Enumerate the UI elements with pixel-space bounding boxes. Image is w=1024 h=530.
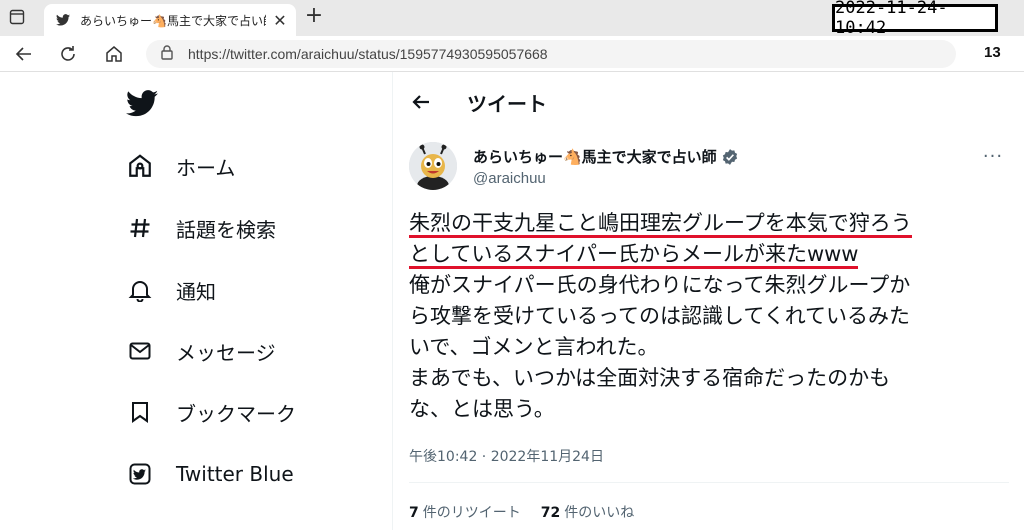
tweet-line: 俺がスナイパー氏の身代わりになって朱烈グループか (409, 273, 911, 297)
tab-count: 13 (984, 44, 1001, 61)
author-name-text[interactable]: あらいちゅー🐴馬主で大家で占い師 (473, 146, 717, 167)
back-icon[interactable] (12, 42, 36, 66)
browser-address-bar: https://twitter.com/araichuu/status/1595… (0, 36, 1024, 72)
tab-close-icon[interactable]: ✕ (272, 11, 288, 30)
timestamp-overlay: 2022-11-24-10:42 (832, 0, 998, 38)
tweet-line: まあでも、いつかは全面対決する宿命だったのかも (409, 366, 891, 390)
back-arrow-icon[interactable] (409, 90, 433, 114)
author-handle[interactable]: @araichuu (473, 170, 546, 187)
tweet-line: としているスナイパー氏からメールが来たwww (409, 239, 999, 270)
browser-tab[interactable]: あらいちゅー🐴馬主で大家で占い師 ✕ (44, 4, 296, 36)
sidebar-item-label: ブックマーク (176, 401, 296, 426)
twitter-blue-icon (126, 460, 154, 488)
bookmark-icon (126, 398, 154, 426)
tweet-text: 朱烈の干支九星こと嶋田理宏グループを本気で狩ろう としているスナイパー氏からメー… (409, 208, 999, 425)
page-title: ツイート (467, 92, 547, 116)
avatar[interactable] (409, 142, 457, 190)
sidebar-item-label: 話題を検索 (176, 217, 276, 242)
verified-badge-icon (721, 148, 739, 166)
author-name[interactable]: あらいちゅー🐴馬主で大家で占い師 (473, 146, 739, 167)
tab-actions-icon[interactable] (8, 8, 26, 26)
sidebar-item-home[interactable]: ホーム (126, 146, 235, 186)
hashtag-icon (126, 214, 154, 242)
likes-label: 件のいいね (564, 505, 635, 521)
tab-title: あらいちゅー🐴馬主で大家で占い師 (80, 13, 266, 28)
tweet-column: ツイート あらいちゅー🐴馬主で大家で占い師 @araichuu ··· 朱烈の干… (393, 72, 1024, 530)
sidebar-item-label: ホーム (176, 155, 236, 180)
twitter-favicon-icon (56, 12, 72, 28)
sidebar-item-messages[interactable]: メッセージ (126, 331, 276, 371)
tweet-stats: 7 件のリツイート 72 件のいいね (409, 502, 634, 522)
tweet-line-highlight: 朱烈の干支九星こと嶋田理宏グループを本気で狩ろう (409, 211, 912, 238)
more-options-icon[interactable]: ··· (981, 146, 1005, 167)
mail-icon (126, 337, 154, 365)
likes-stat[interactable]: 72 件のいいね (541, 502, 634, 522)
tweet-timestamp[interactable]: 午後10:42 · 2022年11月24日 (409, 446, 604, 466)
retweets-count: 7 (409, 505, 419, 521)
home-icon (126, 152, 154, 180)
likes-count: 72 (540, 505, 561, 521)
tweet-line: 朱烈の干支九星こと嶋田理宏グループを本気で狩ろう (409, 208, 999, 239)
sidebar-item-label: Twitter Blue (176, 462, 294, 486)
retweets-label: 件のリツイート (422, 505, 521, 521)
lock-icon[interactable] (160, 44, 174, 64)
sidebar-item-label: メッセージ (176, 340, 276, 365)
sidebar-item-bookmarks[interactable]: ブックマーク (126, 392, 296, 432)
bell-icon (126, 276, 154, 304)
sidebar-item-explore[interactable]: 話題を検索 (126, 208, 276, 248)
retweets-stat[interactable]: 7 件のリツイート (409, 502, 521, 522)
divider (409, 482, 1009, 483)
tweet-line: な、とは思う。 (409, 397, 555, 421)
tweet-line: ら攻撃を受けているってのは認識してくれているみた (409, 304, 911, 328)
sidebar-item-label: 通知 (176, 279, 216, 304)
browser-tab-bar: あらいちゅー🐴馬主で大家で占い師 ✕ + 2022-11-24-10:42 (0, 0, 1024, 38)
refresh-icon[interactable] (56, 42, 80, 66)
home-browser-icon[interactable] (102, 42, 126, 66)
new-tab-button[interactable]: + (304, 5, 324, 27)
url-text[interactable]: https://twitter.com/araichuu/status/1595… (188, 46, 548, 62)
sidebar-nav: ホーム 話題を検索 通知 メッセージ ブックマーク Twitter Blue (0, 72, 392, 530)
tweet-line-highlight: としているスナイパー氏からメールが来たwww (409, 242, 859, 269)
twitter-logo-icon[interactable] (126, 90, 158, 118)
sidebar-item-notifications[interactable]: 通知 (126, 270, 216, 310)
url-field[interactable]: https://twitter.com/araichuu/status/1595… (146, 40, 956, 68)
sidebar-item-twitter-blue[interactable]: Twitter Blue (126, 454, 294, 494)
tweet-line: いで、ゴメンと言われた。 (409, 335, 659, 359)
